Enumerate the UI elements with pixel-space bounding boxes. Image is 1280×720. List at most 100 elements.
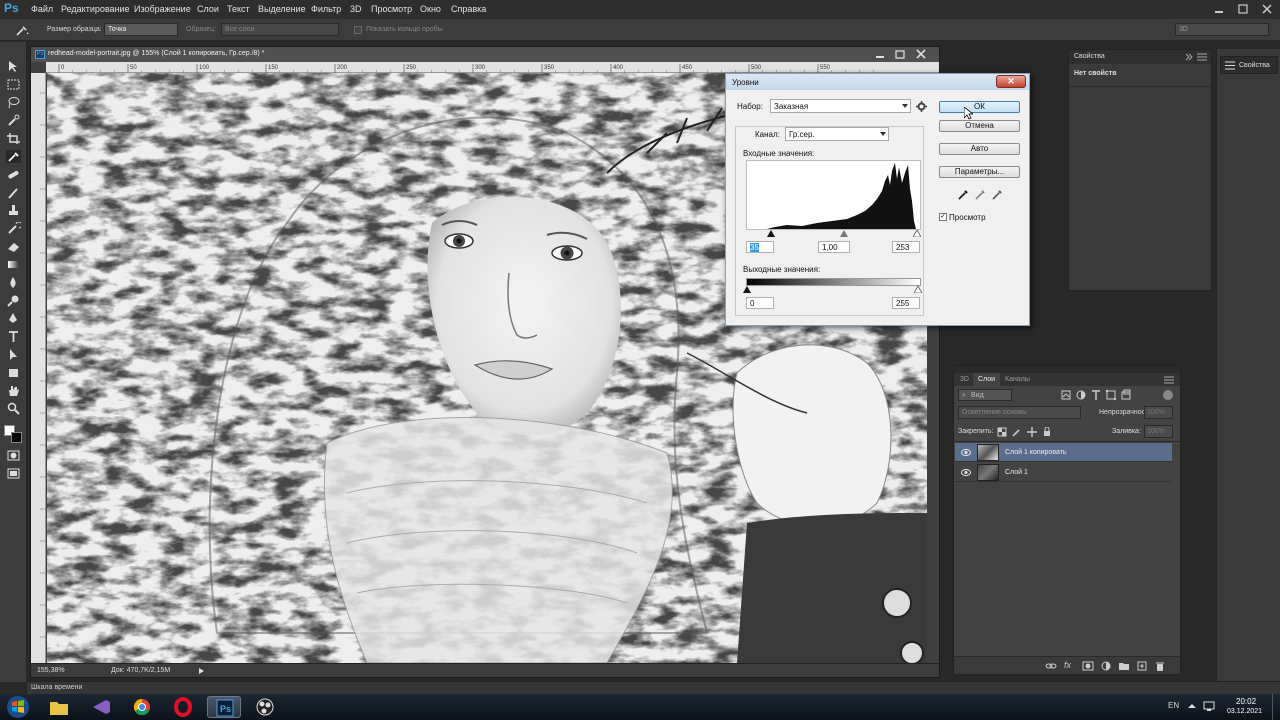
layer-name[interactable]: Слой 1 копировать (1005, 449, 1067, 456)
channel-select[interactable]: Гр.сер. (785, 127, 889, 141)
menu-layers[interactable]: Слои (197, 4, 219, 14)
preset-select[interactable]: Заказная (770, 99, 911, 113)
minimize-app-icon[interactable] (1212, 3, 1226, 15)
explorer-taskbar-icon[interactable] (42, 696, 76, 718)
layer-name[interactable]: Слой 1 (1005, 469, 1028, 476)
lock-pixels-icon[interactable] (1012, 427, 1022, 437)
lock-position-icon[interactable] (1027, 427, 1037, 437)
photoshop-taskbar-icon[interactable]: Ps (207, 696, 241, 718)
tab-channels[interactable]: Каналы (1005, 376, 1030, 383)
chrome-taskbar-icon[interactable] (125, 696, 159, 718)
menu-text[interactable]: Текст (227, 4, 250, 14)
hand-tool-icon[interactable] (6, 384, 21, 397)
visibility-eye-icon[interactable] (961, 469, 971, 476)
gradient-tool-icon[interactable] (6, 258, 21, 271)
filter-type-icon[interactable] (1090, 389, 1102, 401)
screen-mode-icon[interactable] (6, 467, 21, 480)
status-menu-arrow-icon[interactable] (198, 668, 204, 674)
properties-strip-button[interactable]: Свойства (1220, 56, 1278, 74)
new-layer-icon[interactable] (1136, 661, 1148, 671)
opacity-field[interactable]: 100% (1144, 406, 1173, 419)
menu-edit[interactable]: Редактирование (61, 4, 130, 14)
clock-time[interactable]: 20:02 (1236, 697, 1256, 706)
panel-menu-icon[interactable] (1197, 53, 1207, 61)
properties-panel-title[interactable]: Свойства (1074, 53, 1105, 60)
doc-minimize-icon[interactable] (874, 49, 886, 60)
tab-3d[interactable]: 3D (960, 376, 969, 383)
path-select-tool-icon[interactable] (6, 348, 21, 361)
quick-select-tool-icon[interactable] (6, 114, 21, 127)
tab-layers[interactable]: Слои (973, 373, 1001, 386)
close-app-icon[interactable] (1260, 3, 1274, 15)
output-white-field[interactable]: 255 (892, 297, 920, 309)
menu-view[interactable]: Просмотр (371, 4, 412, 14)
show-desktop-button[interactable] (1272, 694, 1280, 720)
visual-studio-taskbar-icon[interactable] (84, 696, 118, 718)
layer-row[interactable]: Слой 1 (955, 463, 1172, 482)
move-tool-icon[interactable] (6, 60, 21, 73)
healing-brush-tool-icon[interactable] (6, 168, 21, 181)
new-group-icon[interactable] (1118, 661, 1130, 671)
input-white-field[interactable]: 253 (892, 241, 920, 253)
adjustment-layer-icon[interactable] (1100, 661, 1112, 671)
input-white-slider[interactable] (913, 230, 921, 237)
pen-tool-icon[interactable] (6, 312, 21, 325)
preview-checkbox[interactable]: ✓ (939, 213, 947, 221)
layers-panel-grip[interactable] (954, 366, 1180, 373)
timeline-panel[interactable]: Шкала времени (27, 681, 1280, 694)
lock-all-icon[interactable] (1042, 427, 1052, 437)
marquee-tool-icon[interactable] (6, 78, 21, 91)
output-black-slider[interactable] (743, 286, 751, 293)
close-icon[interactable]: ✕ (996, 75, 1026, 88)
background-color-swatch[interactable] (11, 432, 22, 443)
sample-select[interactable]: Все слои (221, 23, 339, 36)
input-gamma-slider[interactable] (840, 230, 848, 237)
lock-transparent-icon[interactable] (997, 427, 1007, 437)
show-ring-checkbox[interactable] (354, 26, 362, 34)
fill-field[interactable]: 100% (1144, 425, 1173, 438)
filter-adjustment-icon[interactable] (1075, 389, 1087, 401)
blur-tool-icon[interactable] (6, 276, 21, 289)
lasso-tool-icon[interactable] (6, 96, 21, 109)
zoom-level[interactable]: 155,38% (37, 667, 65, 674)
input-language[interactable]: EN (1168, 701, 1179, 710)
workspace-select[interactable]: 3D (1175, 23, 1269, 36)
clock-date[interactable]: 03.12.2021 (1227, 708, 1262, 715)
eyedropper-tool-preset-icon[interactable] (14, 23, 30, 37)
gray-point-eyedropper-icon[interactable] (975, 189, 986, 200)
shape-tool-icon[interactable] (6, 366, 21, 379)
visibility-eye-icon[interactable] (961, 449, 971, 456)
layer-filter-select[interactable]: ⌕ Вид (958, 389, 1012, 401)
zoom-tool-icon[interactable] (6, 402, 21, 415)
eraser-tool-icon[interactable] (6, 240, 21, 253)
menu-3d[interactable]: 3D (350, 4, 362, 14)
tray-expand-icon[interactable] (1188, 702, 1196, 710)
menu-select[interactable]: Выделение (258, 4, 306, 14)
add-mask-icon[interactable] (1082, 661, 1094, 671)
preset-options-gear-icon[interactable] (916, 101, 927, 112)
menu-filter[interactable]: Фильтр (311, 4, 341, 14)
type-tool-icon[interactable] (6, 330, 21, 343)
opera-taskbar-icon[interactable] (166, 696, 200, 718)
blend-mode-select[interactable]: Осветление основы (958, 406, 1081, 419)
document-tab[interactable]: Ps redhead-model-portrait.jpg @ 155% (Сл… (31, 47, 939, 62)
black-point-eyedropper-icon[interactable] (958, 189, 969, 200)
ok-button[interactable]: ОК (939, 101, 1020, 113)
menu-window[interactable]: Окно (420, 4, 441, 14)
obs-taskbar-icon[interactable] (248, 696, 282, 718)
input-gamma-field[interactable]: 1,00 (818, 241, 850, 253)
layer-effects-icon[interactable]: fx (1064, 660, 1076, 671)
filter-pixel-icon[interactable] (1060, 389, 1072, 401)
brush-tool-icon[interactable] (6, 186, 21, 199)
options-button[interactable]: Параметры... (939, 166, 1020, 178)
doc-close-icon[interactable] (915, 49, 927, 60)
filter-smart-object-icon[interactable] (1120, 389, 1132, 401)
input-black-field[interactable]: 35 (746, 241, 774, 253)
filter-shape-icon[interactable] (1105, 389, 1117, 401)
menu-file[interactable]: Файл (31, 4, 53, 14)
windows-start-icon[interactable] (4, 695, 32, 719)
menu-help[interactable]: Справка (451, 4, 486, 14)
collapse-panel-icon[interactable] (1185, 53, 1193, 61)
history-brush-tool-icon[interactable] (6, 222, 21, 235)
output-white-slider[interactable] (914, 286, 922, 293)
